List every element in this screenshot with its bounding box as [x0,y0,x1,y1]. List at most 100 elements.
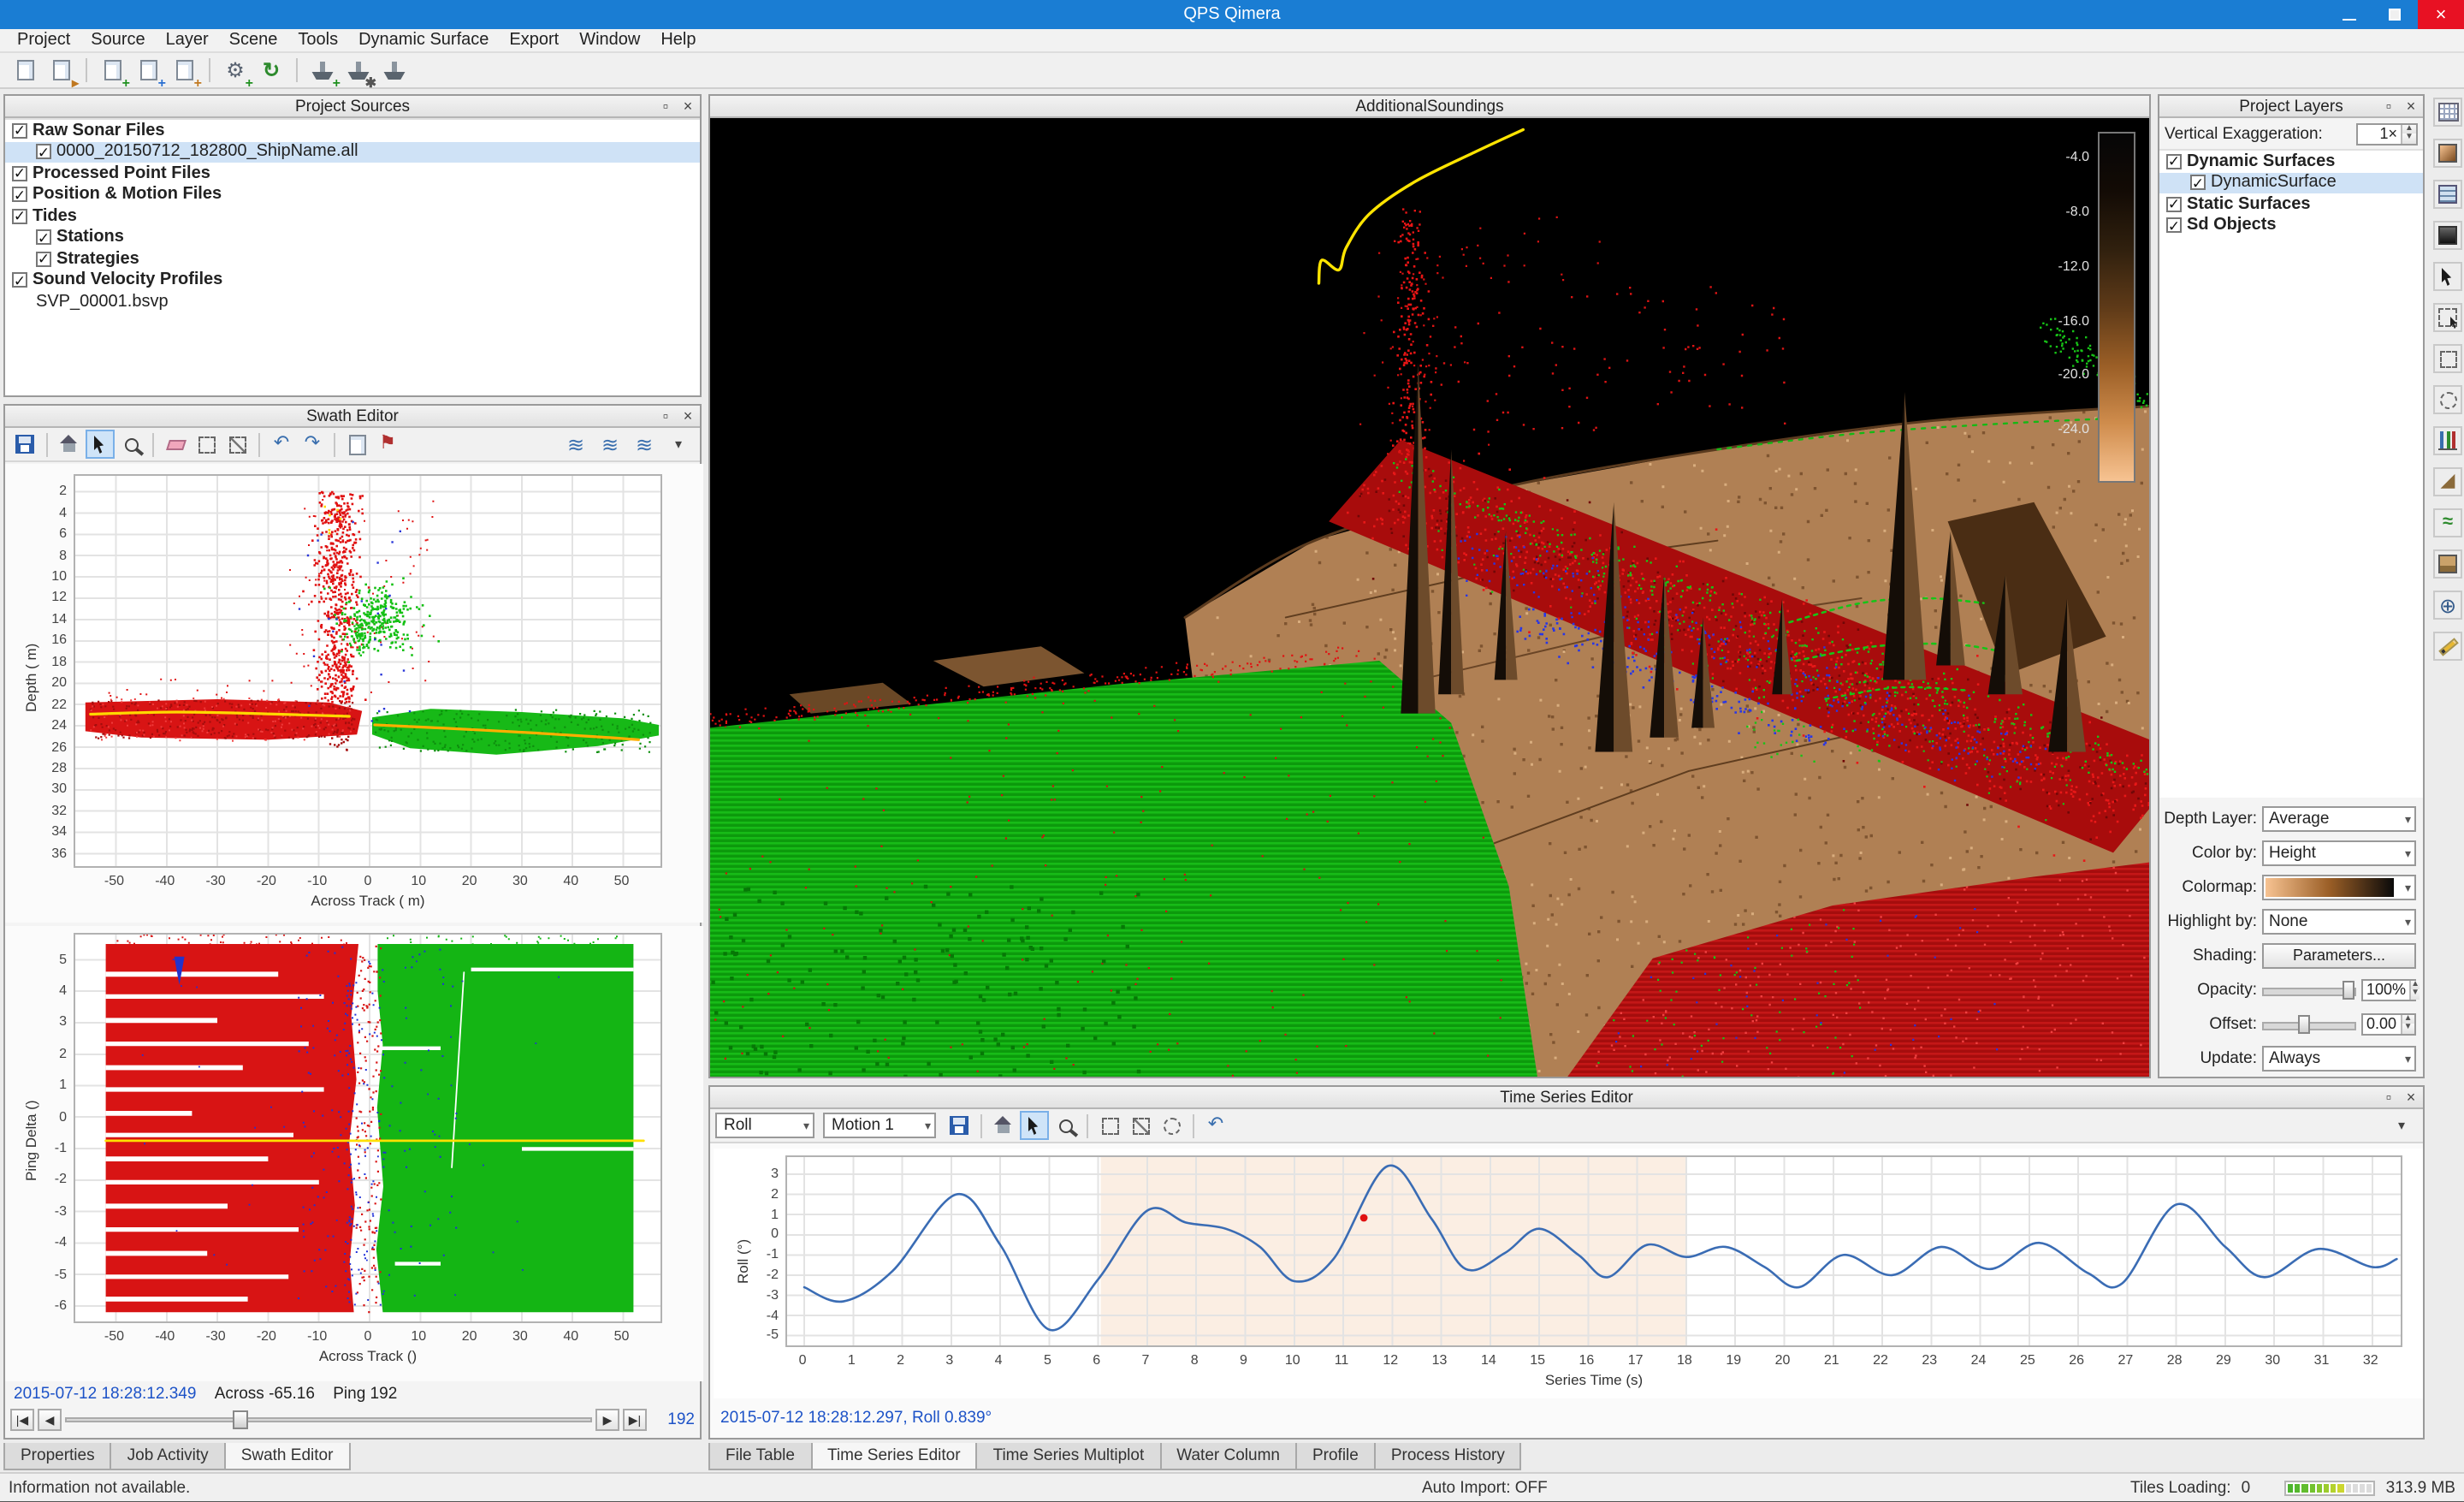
spin-down-icon[interactable]: ▼ [2402,134,2416,143]
bottom-tab-time-series-multiplot[interactable]: Time Series Multiplot [976,1443,1162,1470]
time-series-header[interactable]: Time Series Editor ▫ × [710,1087,2423,1109]
roll-time-series-chart[interactable]: 0123456789101112131415161718192021222324… [714,1149,2423,1398]
vessel-add-button[interactable]: + [306,54,339,86]
plot-canvas[interactable] [74,933,662,1323]
parameters-button[interactable]: Parameters... [2262,942,2416,968]
vessel-settings-button[interactable]: ✱ [342,54,375,86]
ping-slider[interactable] [65,1409,592,1431]
menu-help[interactable]: Help [650,28,706,52]
spin-down-icon[interactable]: ▼ [2411,989,2420,999]
minimize-button[interactable] [2325,0,2372,29]
next-ping-button[interactable]: ▶ [595,1409,619,1431]
source-raw-sonar-files[interactable]: ✓Raw Sonar Files [5,120,700,141]
processing-settings-button[interactable]: ⚙+ [219,54,252,86]
ts-pointer-button[interactable] [1020,1111,1049,1140]
checkbox[interactable]: ✓ [2166,154,2182,169]
slider-handle[interactable] [2343,980,2354,999]
menu-project[interactable]: Project [7,28,80,52]
add-processed-point-files-button[interactable]: + [132,54,164,86]
checkbox[interactable]: ✓ [12,123,27,139]
create-project-button[interactable] [9,54,41,86]
left-tab-swath-editor[interactable]: Swath Editor [224,1443,351,1470]
swath-eraser-button[interactable] [161,430,190,459]
source-processed-point-files[interactable]: ✓Processed Point Files [5,163,700,184]
ts-save-button[interactable] [945,1111,974,1140]
scene-3d-view[interactable]: -4.0-8.0-12.0-16.0-20.0-24.0 [710,118,2149,1077]
color-by-select[interactable]: Height▾ [2262,840,2416,865]
swath-ping-plot[interactable]: -50-40-30-20-1001020304050543210-1-2-3-4… [5,926,703,1381]
swath-editor-header[interactable]: Swath Editor ▫ × [5,406,700,428]
menu-export[interactable]: Export [499,28,569,52]
swath-depth-plot[interactable]: -50-40-30-20-100102030405024681012141618… [5,464,703,923]
add-raw-sonar-files-button[interactable]: + [96,54,128,86]
float-panel-icon[interactable]: ▫ [657,407,674,424]
edit-tool-button[interactable] [2433,632,2462,661]
offset-slider[interactable] [2262,1012,2356,1035]
close-panel-icon[interactable]: × [2402,98,2420,115]
layer-dynamic-surfaces[interactable]: ✓Dynamic Surfaces [2159,151,2423,172]
title-bar[interactable]: QPS Qimera × [0,0,2464,29]
bottom-tab-process-history[interactable]: Process History [1374,1443,1522,1470]
source-stations[interactable]: ✓Stations [5,227,700,248]
select-lasso-button[interactable] [2433,385,2462,414]
swath-display-mode-3-button[interactable]: ≋ [628,429,660,461]
spin-down-icon[interactable]: ▼ [2402,1024,2414,1033]
vessel-editor-button[interactable] [378,54,411,86]
source-position-motion-files[interactable]: ✓Position & Motion Files [5,184,700,205]
slider-handle[interactable] [2298,1014,2310,1033]
swath-redo-button[interactable]: ↷ [298,430,327,459]
layer-sd-objects[interactable]: ✓Sd Objects [2159,215,2423,236]
vertical-exaggeration-spinner[interactable]: 1× ▲ ▼ [2356,122,2418,145]
shade-button[interactable] [2433,221,2462,250]
swath-display-mode-1-button[interactable]: ≋ [560,429,592,461]
bottom-tab-profile[interactable]: Profile [1295,1443,1376,1470]
colormap-select[interactable]: ▾ [2262,874,2416,899]
left-tab-properties[interactable]: Properties [3,1443,112,1470]
color-surface-button[interactable] [2433,139,2462,168]
prev-ping-button[interactable]: ◀ [38,1409,62,1431]
swath-save-button[interactable] [10,430,39,459]
checkbox[interactable]: ✓ [12,166,27,181]
layer-static-surfaces[interactable]: ✓Static Surfaces [2159,193,2423,215]
ts-select-rect-button[interactable] [1095,1111,1124,1140]
float-panel-icon[interactable]: ▫ [2380,98,2397,115]
select-soundings-button[interactable] [2433,303,2462,332]
depth-layer-select[interactable]: Average▾ [2262,805,2416,831]
volume-button[interactable] [2433,549,2462,579]
swath-undo-button[interactable]: ↶ [267,430,296,459]
project-layers-header[interactable]: Project Layers ▫ × [2159,96,2423,118]
plot-canvas[interactable] [785,1155,2402,1347]
menu-source[interactable]: Source [80,28,155,52]
timeseries-view-button[interactable]: ≈ [2433,508,2462,537]
project-sources-header[interactable]: Project Sources ▫ × [5,96,700,118]
checkbox[interactable]: ✓ [2190,175,2206,191]
swath-zoom-button[interactable] [116,430,145,459]
left-tab-job-activity[interactable]: Job Activity [110,1443,226,1470]
swath-pointer-button[interactable] [86,430,115,459]
slope-view-button[interactable]: ◢ [2433,467,2462,496]
checkbox[interactable]: ✓ [12,187,27,203]
scene-point-cloud[interactable] [710,118,2149,1077]
bottom-tab-file-table[interactable]: File Table [708,1443,812,1470]
open-project-button[interactable]: ▸ [44,54,77,86]
ts-select-lasso-button[interactable] [1157,1111,1186,1140]
checkbox[interactable]: ✓ [36,252,51,267]
swath-home-button[interactable] [55,430,84,459]
swath-page-button[interactable] [342,430,371,459]
add-position-motion-files-button[interactable]: + [168,54,200,86]
pick-cursor-button[interactable] [2433,262,2462,291]
layer-dynamicsurface[interactable]: ✓DynamicSurface [2159,172,2423,193]
float-panel-icon[interactable]: ▫ [2380,1089,2397,1106]
source-tides[interactable]: ✓Tides [5,205,700,227]
opacity-spinner[interactable]: 100%▲▼ [2361,978,2416,1000]
maximize-button[interactable] [2372,0,2418,29]
bottom-tab-time-series-editor[interactable]: Time Series Editor [810,1443,978,1470]
channel-select[interactable]: Roll ▾ [715,1113,814,1138]
last-ping-button[interactable]: ▶| [623,1409,647,1431]
source-strategies[interactable]: ✓Strategies [5,248,700,270]
ts-select-poly-button[interactable] [1126,1111,1155,1140]
ts-home-button[interactable] [989,1111,1018,1140]
source-0000-20150712-182800-shipname-all[interactable]: ✓0000_20150712_182800_ShipName.all [5,141,700,163]
swath-select-rect-button[interactable] [192,430,221,459]
checkbox[interactable]: ✓ [12,273,27,288]
